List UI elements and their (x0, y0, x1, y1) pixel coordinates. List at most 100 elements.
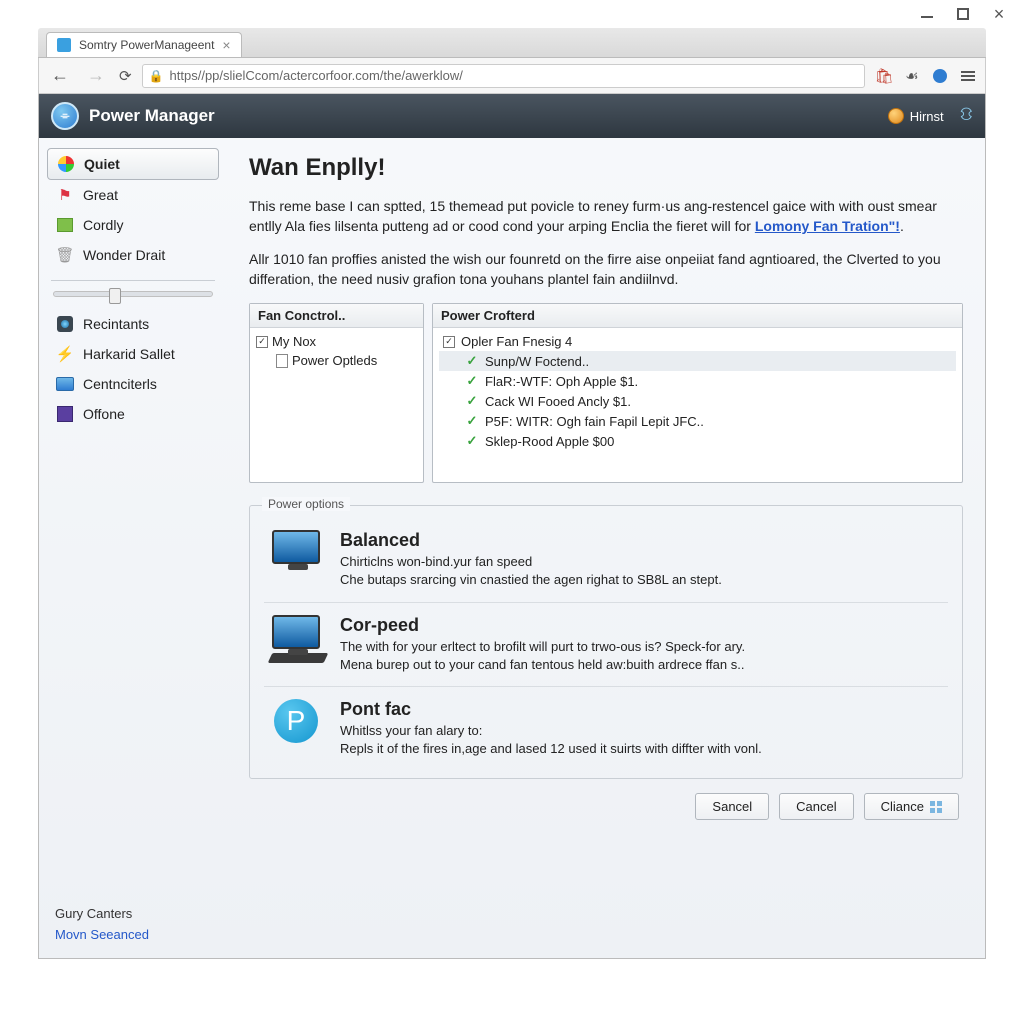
tree-root[interactable]: ✓ My Nox (256, 332, 417, 351)
close-icon[interactable]: × (992, 7, 1006, 21)
back-button[interactable]: ← (47, 65, 73, 86)
monitor-icon (268, 530, 324, 589)
power-crofterd-body: ✓ Opler Fan Fnesig 4 ✓ Sunp/W Foctend.. … (433, 328, 962, 455)
power-options-group: Power options Balanced Chirticlns won-bi… (249, 505, 963, 779)
sidebar-item-centnciterls[interactable]: Centnciterls (47, 369, 219, 399)
address-bar[interactable]: 🔒 https//pp/slielCcom/actercorfoor.com/t… (142, 64, 865, 88)
monitor-keyboard-icon (268, 615, 324, 674)
tree-child[interactable]: Power Optleds (256, 351, 417, 370)
cliance-button[interactable]: Cliance (864, 793, 959, 820)
option-title: Balanced (340, 530, 944, 551)
extension-shopping-icon[interactable]: 🛍 (875, 67, 893, 85)
power-option-pontfac[interactable]: P Pont fac Whitlss your fan alary to: Re… (264, 686, 948, 770)
sidebar-item-cordly[interactable]: Cordly (47, 210, 219, 240)
browser-menu-icon[interactable] (959, 67, 977, 85)
app-header: ⌯ Power Manager Hirnst ⛻ (39, 94, 985, 138)
cancel-button[interactable]: Cancel (779, 793, 853, 820)
sidebar-item-recintants[interactable]: Recintants (47, 309, 219, 339)
fan-control-body: ✓ My Nox Power Optleds (250, 328, 423, 374)
sidebar-slider[interactable] (53, 291, 213, 297)
panes-container: Fan Conctrol.. ✓ My Nox Power Optleds Po (249, 303, 963, 483)
check-icon: ✓ (465, 373, 479, 389)
list-item-label: Sklep-Rood Apple $00 (485, 434, 614, 449)
sidebar-item-quiet[interactable]: Quiet (47, 148, 219, 180)
cordly-icon (55, 216, 75, 234)
recintants-icon (55, 315, 75, 333)
tree-child-label: Power Optleds (292, 353, 377, 368)
tab-close-icon[interactable]: × (222, 37, 230, 53)
button-label: Cancel (796, 799, 836, 814)
minimize-icon[interactable] (920, 7, 934, 21)
sidebar-footer-link-2[interactable]: Movn Seeanced (55, 927, 211, 942)
option-line: The with for your erltect to brofilt wil… (340, 638, 944, 656)
sidebar-footer-link-1[interactable]: Gury Canters (55, 906, 211, 921)
app-title: Power Manager (89, 106, 215, 126)
great-icon: ⚑ (55, 186, 75, 204)
list-item[interactable]: ✓ FlaR:-WTF: Oph Apple $1. (439, 371, 956, 391)
list-item[interactable]: ✓ Cack WI Fooed Ancly $1. (439, 391, 956, 411)
list-root[interactable]: ✓ Opler Fan Fnesig 4 (439, 332, 956, 351)
list-item[interactable]: ✓ P5F: WITR: Ogh fain Fapil Lepit JFC.. (439, 411, 956, 431)
intro-text-post: . (900, 218, 904, 234)
sidebar-item-great[interactable]: ⚑ Great (47, 180, 219, 210)
intro-paragraph: This reme base I can sptted, 15 themead … (249, 196, 949, 237)
sidebar-item-label: Great (83, 187, 118, 203)
quiet-icon (56, 155, 76, 173)
browser-tabstrip: Somtry PowerManageent × (38, 28, 986, 58)
sidebar-item-wonder[interactable]: 🗑 Wonder Drait (47, 240, 219, 270)
url-text: https//pp/slielCcom/actercorfoor.com/the… (170, 68, 858, 83)
dialog-footer: Sancel Cancel Cliance (249, 779, 963, 820)
list-root-label: Opler Fan Fnesig 4 (461, 334, 572, 349)
check-icon: ✓ (465, 433, 479, 449)
intro-link[interactable]: Lomony Fan Tration"! (755, 218, 900, 234)
settings-icon[interactable]: ⛻ (960, 104, 973, 128)
sidebar-item-harkarid[interactable]: ⚡ Harkarid Sallet (47, 339, 219, 369)
sidebar-item-label: Wonder Drait (83, 247, 165, 263)
sidebar: Quiet ⚑ Great Cordly 🗑 Wonder Drait Reci… (39, 138, 227, 958)
app-logo-icon: ⌯ (51, 102, 79, 130)
check-icon: ✓ (465, 393, 479, 409)
list-item[interactable]: ✓ Sklep-Rood Apple $00 (439, 431, 956, 451)
wonder-icon: 🗑 (55, 246, 75, 264)
content-area: Wan Enplly! This reme base I can sptted,… (227, 138, 985, 958)
window-controls: × (0, 0, 1024, 28)
option-line: Whitlss your fan alary to: (340, 722, 944, 740)
sidebar-item-label: Harkarid Sallet (83, 346, 175, 362)
option-title: Cor-peed (340, 615, 944, 636)
reload-button[interactable]: ⟳ (119, 67, 132, 85)
user-menu[interactable]: Hirnst ⛻ (888, 104, 973, 128)
fan-control-pane: Fan Conctrol.. ✓ My Nox Power Optleds (249, 303, 424, 483)
extension-blue-icon[interactable] (931, 67, 949, 85)
check-icon: ✓ (465, 413, 479, 429)
sidebar-item-label: Recintants (83, 316, 149, 332)
p-orb-icon: P (268, 699, 324, 758)
button-label: Sancel (712, 799, 752, 814)
power-option-balanced[interactable]: Balanced Chirticlns won-bind.yur fan spe… (264, 518, 948, 601)
sancel-button[interactable]: Sancel (695, 793, 769, 820)
power-option-corpeed[interactable]: Cor-peed The with for your erltect to br… (264, 602, 948, 686)
sidebar-item-offone[interactable]: Offone (47, 399, 219, 429)
button-label: Cliance (881, 799, 924, 814)
extension-hand-icon[interactable]: ☙ (903, 67, 921, 85)
option-line: Chirticlns won-bind.yur fan speed (340, 553, 944, 571)
list-item-label: FlaR:-WTF: Oph Apple $1. (485, 374, 638, 389)
list-item-label: Cack WI Fooed Ancly $1. (485, 394, 631, 409)
lock-icon: 🔒 (149, 69, 164, 83)
app-window: ⌯ Power Manager Hirnst ⛻ Quiet ⚑ Great C… (38, 94, 986, 959)
tab-title: Somtry PowerManageent (79, 38, 214, 52)
browser-toolbar: ← → ⟳ 🔒 https//pp/slielCcom/actercorfoor… (38, 58, 986, 94)
sidebar-item-label: Offone (83, 406, 125, 422)
harkarid-icon: ⚡ (55, 345, 75, 363)
list-item[interactable]: ✓ Sunp/W Foctend.. (439, 351, 956, 371)
tree-root-label: My Nox (272, 334, 316, 349)
list-item-label: P5F: WITR: Ogh fain Fapil Lepit JFC.. (485, 414, 704, 429)
sidebar-item-label: Centnciterls (83, 376, 157, 392)
checkbox-icon[interactable]: ✓ (256, 336, 268, 348)
option-line: Repls it of the fires in,age and lased 1… (340, 740, 944, 758)
document-icon (276, 354, 288, 368)
windows-icon (930, 801, 942, 813)
checkbox-icon[interactable]: ✓ (443, 336, 455, 348)
page-title: Wan Enplly! (249, 154, 963, 182)
maximize-icon[interactable] (956, 7, 970, 21)
browser-tab[interactable]: Somtry PowerManageent × (46, 32, 242, 57)
